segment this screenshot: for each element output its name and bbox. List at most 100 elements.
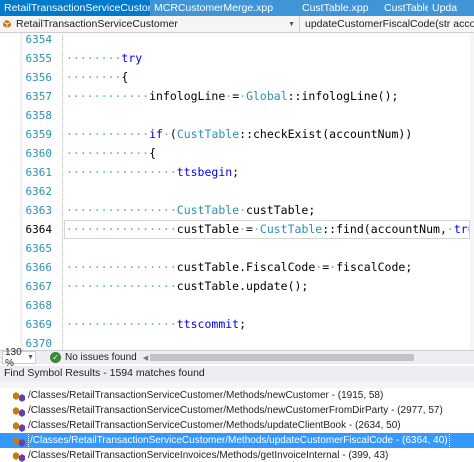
line-number: 6361 — [25, 166, 53, 179]
result-item[interactable]: /Classes/RetailTransactionServiceCustome… — [0, 388, 474, 403]
code-token: find — [336, 222, 364, 236]
code-editor[interactable]: 6354 6355 6356 6357 6358 6359 6360 6361 6362 6363… — [0, 33, 474, 350]
code-token: { — [149, 146, 157, 160]
change-tracking-bar — [20, 33, 23, 350]
code-line[interactable]: ········try — [66, 49, 474, 68]
issues-label: No issues found — [65, 352, 137, 363]
code-line[interactable] — [66, 33, 474, 49]
code-token: = — [246, 222, 253, 236]
code-token: . — [239, 260, 247, 274]
whitespace-indicator: ············ — [66, 89, 150, 103]
whitespace-indicator: ········ — [66, 70, 122, 84]
indicator-margin — [0, 33, 24, 350]
tab-mcrcustomermerge[interactable]: MCRCustomerMerge.xpp — [150, 0, 298, 16]
code-line-current[interactable]: ················custTable·=·CustTable::f… — [64, 220, 470, 239]
line-number: 6367 — [25, 280, 53, 293]
result-item[interactable]: /Classes/RetailTransactionServiceInvoice… — [0, 448, 474, 462]
line-number: 6354 — [25, 33, 53, 46]
code-token: ; — [308, 203, 316, 217]
line-number: 6365 — [25, 242, 53, 255]
code-token: true — [453, 222, 469, 236]
line-number: 6366 — [25, 261, 53, 274]
code-token: :: — [287, 89, 302, 103]
method-dropdown[interactable]: updateCustomerFiscalCode(str accountN — [300, 16, 474, 32]
result-path: /Classes/RetailTransactionServiceInvoice… — [28, 450, 389, 461]
code-token: Global — [246, 89, 288, 103]
code-token: CustTable — [259, 222, 323, 236]
code-line[interactable]: ············infologLine·=·Global::infolo… — [66, 87, 474, 106]
code-token: . — [239, 279, 247, 293]
whitespace-indicator: ············ — [66, 146, 150, 160]
scroll-left-icon[interactable]: ◀ — [143, 354, 148, 362]
tab-label: Upda — [432, 1, 458, 14]
code-line[interactable]: ················custTable.update(); — [66, 277, 474, 296]
code-token: FiscalCode — [246, 260, 316, 274]
code-token: custTable — [176, 222, 240, 236]
code-token: ; — [232, 165, 240, 179]
tab-label: MCRCustomerMerge.xpp — [154, 1, 274, 14]
result-item[interactable]: /Classes/RetailTransactionServiceCustome… — [0, 418, 474, 433]
code-line[interactable] — [66, 334, 474, 350]
whitespace-indicator: · — [315, 260, 323, 274]
code-token: ; — [239, 317, 247, 331]
result-path: /Classes/RetailTransactionServiceCustome… — [28, 420, 401, 431]
tab-retailtransactionservicecustomer[interactable]: RetailTransactionServiceCustomer.xpp ✕ — [0, 0, 199, 16]
whitespace-indicator: ················ — [66, 222, 177, 236]
class-dropdown[interactable]: RetailTransactionServiceCustomer ▼ — [0, 16, 300, 32]
code-token: update — [246, 279, 288, 293]
code-token: ttscommit — [176, 317, 240, 331]
line-number: 6368 — [25, 299, 53, 312]
document-tab-strip: RetailTransactionServiceCustomer.xpp ✕ M… — [0, 0, 474, 16]
line-number: 6363 — [25, 204, 53, 217]
method-dropdown-label: updateCustomerFiscalCode(str accountN — [305, 18, 474, 30]
code-line[interactable] — [66, 296, 474, 315]
code-token: custTable — [176, 260, 240, 274]
line-number: 6362 — [25, 185, 53, 198]
code-line[interactable]: ············if·(CustTable::checkExist(ac… — [66, 125, 474, 144]
code-token: ( — [169, 127, 177, 141]
issues-indicator[interactable]: ✓ No issues found — [50, 352, 137, 363]
whitespace-indicator: ················ — [66, 203, 177, 217]
whitespace-indicator: · — [239, 203, 247, 217]
code-line[interactable] — [66, 106, 474, 125]
check-circle-icon: ✓ — [50, 352, 61, 363]
find-symbol-results-panel: Find Symbol Results - 1594 matches found… — [0, 366, 474, 462]
result-item[interactable]: /Classes/RetailTransactionServiceCustome… — [0, 403, 474, 418]
line-number: 6364 — [25, 223, 53, 236]
panel-title: Find Symbol Results - 1594 matches found — [0, 366, 474, 381]
result-path: /Classes/RetailTransactionServiceCustome… — [28, 390, 384, 401]
tab-upda[interactable]: Upda — [428, 0, 474, 16]
tab-custtable-xpp[interactable]: CustTable.xpp — [298, 0, 380, 16]
result-path: /Classes/RetailTransactionServiceCustome… — [28, 405, 443, 416]
code-token: (accountNum, — [363, 222, 447, 236]
code-line[interactable] — [66, 182, 474, 201]
code-token: (accountNum)) — [322, 127, 413, 141]
tab-custtable[interactable]: CustTable — [380, 0, 431, 16]
zoom-dropdown[interactable]: 130 % ▼ — [2, 347, 36, 369]
code-token: (); — [377, 89, 399, 103]
results-list: /Classes/RetailTransactionServiceCustome… — [0, 388, 474, 462]
outlining-guide — [62, 35, 63, 350]
horizontal-scrollbar[interactable]: ◀ — [143, 352, 474, 364]
code-line[interactable]: ················ttscommit; — [66, 315, 474, 334]
navigation-bar: RetailTransactionServiceCustomer ▼ updat… — [0, 16, 474, 33]
code-token: CustTable — [176, 127, 240, 141]
class-dropdown-label: RetailTransactionServiceCustomer — [16, 18, 178, 30]
whitespace-indicator: · — [446, 222, 454, 236]
code-line[interactable]: ········{ — [66, 68, 474, 87]
line-number: 6356 — [25, 71, 53, 84]
symbol-reference-icon — [13, 421, 25, 432]
code-line[interactable]: ················custTable.FiscalCode·=·f… — [66, 258, 474, 277]
code-line[interactable] — [66, 239, 474, 258]
scrollbar-thumb[interactable] — [150, 354, 414, 361]
code-token: { — [121, 70, 129, 84]
line-number: 6357 — [25, 90, 53, 103]
code-token: (); — [287, 279, 309, 293]
code-line[interactable]: ············{ — [66, 144, 474, 163]
vertical-scrollbar[interactable] — [470, 33, 474, 350]
whitespace-indicator: · — [252, 222, 260, 236]
code-line[interactable]: ················CustTable·custTable; — [66, 201, 474, 220]
code-line[interactable]: ················ttsbegin; — [66, 163, 474, 182]
line-number: 6370 — [25, 337, 53, 350]
result-item[interactable]: /Classes/RetailTransactionServiceCustome… — [0, 432, 474, 449]
